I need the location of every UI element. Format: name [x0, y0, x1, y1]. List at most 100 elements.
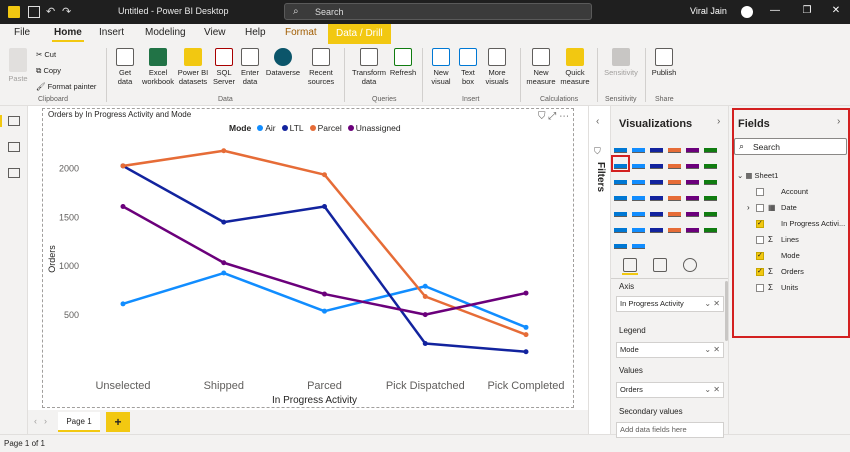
refresh-button[interactable]: Refresh	[388, 48, 418, 77]
visual-type-icon[interactable]	[650, 190, 663, 201]
add-page-button[interactable]: +	[106, 412, 130, 432]
visual-type-icon[interactable]	[704, 158, 717, 169]
publish-button[interactable]: Publish	[649, 48, 679, 77]
tab-view[interactable]: View	[204, 27, 226, 38]
format-painter-button[interactable]: 🖌 Format painter	[36, 82, 96, 91]
visual-type-icon[interactable]	[686, 158, 699, 169]
legend-well[interactable]: Mode ⌄ ✕	[616, 342, 724, 358]
avatar[interactable]	[741, 6, 753, 18]
filters-pane[interactable]: ‹ ⛉ Filters	[588, 106, 610, 434]
undo-icon[interactable]: ↶	[46, 6, 58, 18]
tab-home[interactable]: Home	[52, 27, 84, 42]
well-controls[interactable]: ⌄ ✕	[704, 343, 720, 357]
sql-server-button[interactable]: SQL Server	[212, 48, 236, 86]
page-tab[interactable]: Page 1	[58, 412, 100, 432]
fields-tab-icon[interactable]	[622, 258, 638, 275]
more-visuals-button[interactable]: More visuals	[482, 48, 512, 86]
visual-type-icon[interactable]	[668, 190, 681, 201]
visual-type-icon[interactable]	[650, 206, 663, 217]
sensitivity-button[interactable]: Sensitivity	[601, 48, 641, 77]
restore-icon[interactable]: ❐	[800, 4, 814, 18]
chevron-left-icon[interactable]: ‹	[596, 116, 599, 127]
save-icon[interactable]	[28, 6, 40, 18]
visual-type-icon[interactable]	[668, 174, 681, 185]
visual-type-icon[interactable]	[614, 174, 627, 185]
visual-type-icon[interactable]	[614, 222, 627, 233]
tab-data-drill[interactable]: Data / Drill	[328, 24, 391, 44]
redo-icon[interactable]: ↷	[62, 6, 74, 18]
powerbi-datasets-button[interactable]: Power BI datasets	[176, 48, 210, 86]
secondary-values-well[interactable]: Add data fields here	[616, 422, 724, 438]
next-page-icon[interactable]: ›	[44, 416, 47, 426]
format-paint-roller-icon[interactable]	[653, 258, 667, 272]
tab-modeling[interactable]: Modeling	[145, 27, 186, 38]
field-item-label[interactable]: Account	[781, 187, 808, 196]
field-checkbox[interactable]	[756, 188, 764, 196]
field-checkbox[interactable]	[756, 219, 764, 228]
data-view-icon[interactable]	[8, 142, 20, 152]
visual-type-icon[interactable]	[704, 190, 717, 201]
chevron-right-icon[interactable]: ›	[747, 203, 750, 212]
visual-type-icon[interactable]	[704, 206, 717, 217]
excel-workbook-button[interactable]: Excel workbook	[140, 48, 176, 86]
visual-type-icon[interactable]	[668, 158, 681, 169]
visual-type-icon[interactable]	[632, 190, 645, 201]
visual-type-icon[interactable]	[650, 142, 663, 153]
chevron-right-icon[interactable]: ›	[717, 116, 720, 127]
tab-insert[interactable]: Insert	[99, 27, 124, 38]
visual-type-icon[interactable]	[614, 142, 627, 153]
tab-format[interactable]: Format	[285, 27, 317, 38]
field-checkbox[interactable]	[756, 251, 764, 260]
visual-type-icon[interactable]	[614, 238, 627, 249]
visual-type-icon[interactable]	[686, 174, 699, 185]
visual-type-icon[interactable]	[686, 142, 699, 153]
new-visual-button[interactable]: New visual	[428, 48, 454, 86]
analytics-magnifier-icon[interactable]	[683, 258, 697, 272]
visual-type-icon[interactable]	[650, 174, 663, 185]
well-controls[interactable]: ⌄ ✕	[704, 383, 720, 397]
field-item-label[interactable]: In Progress Activi...	[781, 219, 845, 228]
field-checkbox[interactable]	[756, 284, 764, 292]
field-item-label[interactable]: Mode	[781, 251, 800, 260]
axis-well[interactable]: In Progress Activity ⌄ ✕	[616, 296, 724, 312]
recent-sources-button[interactable]: Recent sources	[302, 48, 340, 86]
visual-type-icon[interactable]	[632, 142, 645, 153]
model-view-icon[interactable]	[8, 168, 20, 178]
table-node-sheet1[interactable]: ⌄ ▦ Sheet1	[737, 171, 778, 180]
report-view-icon[interactable]	[0, 115, 20, 127]
well-controls[interactable]: ⌄ ✕	[704, 297, 720, 311]
field-item-label[interactable]: Lines	[781, 235, 799, 244]
get-data-button[interactable]: Get data	[110, 48, 140, 86]
line-chart-type-icon[interactable]	[611, 155, 630, 172]
tab-file[interactable]: File	[14, 27, 30, 38]
transform-data-button[interactable]: Transform data	[350, 48, 388, 86]
visual-type-icon[interactable]	[632, 174, 645, 185]
visual-type-icon[interactable]	[668, 206, 681, 217]
copy-button[interactable]: ⧉ Copy	[36, 66, 61, 76]
values-well[interactable]: Orders ⌄ ✕	[616, 382, 724, 398]
visual-type-icon[interactable]	[668, 222, 681, 233]
visual-type-icon[interactable]	[632, 238, 645, 249]
field-checkbox[interactable]	[756, 236, 764, 244]
user-name[interactable]: Viral Jain	[690, 6, 727, 16]
visual-type-icon[interactable]	[668, 142, 681, 153]
quick-measure-button[interactable]: Quick measure	[558, 48, 592, 86]
visual-type-icon[interactable]	[614, 190, 627, 201]
visual-type-icon[interactable]	[632, 222, 645, 233]
visual-type-icon[interactable]	[632, 158, 645, 169]
prev-page-icon[interactable]: ‹	[34, 416, 37, 426]
visual-type-icon[interactable]	[614, 206, 627, 217]
minimize-icon[interactable]: —	[768, 4, 782, 18]
visual-type-icon[interactable]	[704, 174, 717, 185]
close-icon[interactable]: ✕	[829, 4, 843, 18]
field-checkbox[interactable]	[756, 204, 764, 212]
field-item-label[interactable]: Date	[781, 203, 797, 212]
line-chart-visual[interactable]: Orders by In Progress Activity and Mode …	[42, 108, 574, 408]
visual-type-icon[interactable]	[686, 190, 699, 201]
cut-button[interactable]: ✂ Cut	[36, 50, 56, 59]
new-measure-button[interactable]: New measure	[524, 48, 558, 86]
visual-type-icon[interactable]	[650, 158, 663, 169]
paste-button[interactable]: Paste	[6, 48, 30, 83]
visual-type-icon[interactable]	[704, 222, 717, 233]
visual-type-icon[interactable]	[686, 222, 699, 233]
